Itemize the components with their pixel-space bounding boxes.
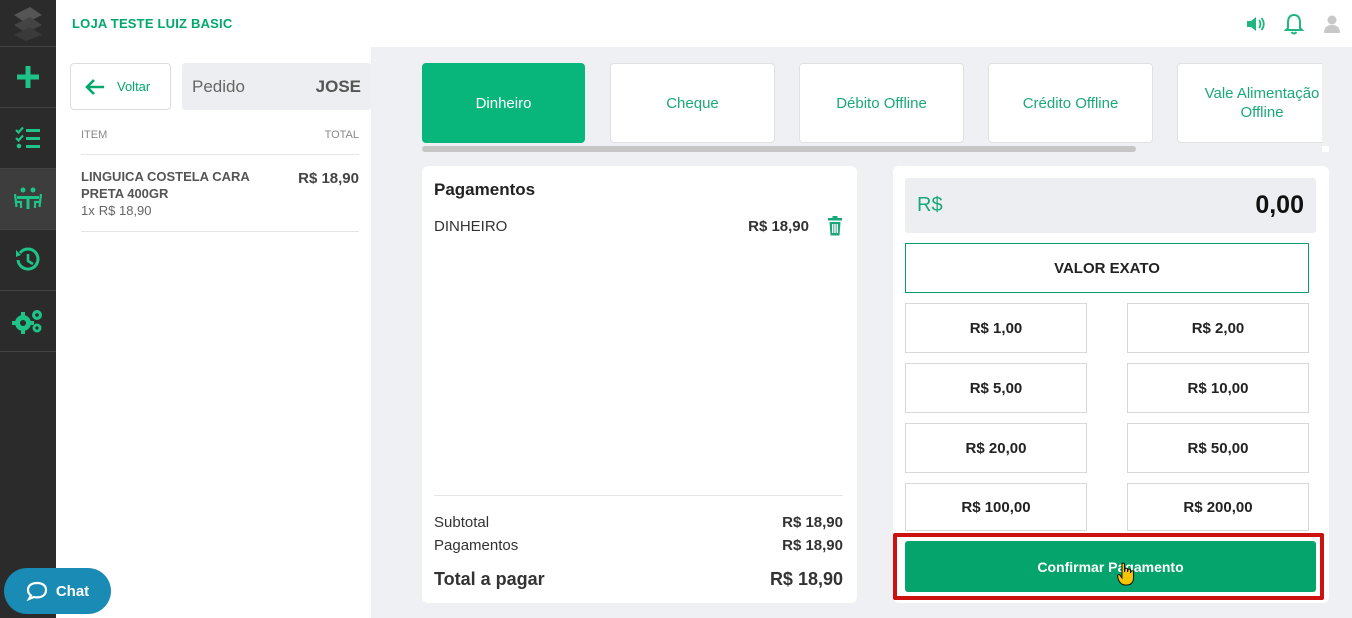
arrow-left-icon — [85, 78, 104, 95]
dining-table-icon — [14, 187, 42, 209]
logo — [0, 0, 56, 47]
payments-card: Pagamentos DINHEIRO R$ 18,90 Subtotal R$… — [422, 166, 857, 603]
total-row: Total a pagar R$ 18,90 — [434, 569, 843, 590]
chat-bubble-icon — [26, 581, 47, 601]
logo-icon — [14, 7, 42, 41]
confirm-payment-button[interactable]: Confirmar Pagamento — [905, 541, 1316, 592]
item-quantity: 1x — [81, 203, 95, 218]
subtotal-label: Subtotal — [434, 514, 490, 531]
divider — [81, 231, 359, 232]
tab-credito-offline[interactable]: Crédito Offline — [988, 63, 1153, 143]
sidebar — [0, 0, 56, 618]
total-label: Total a pagar — [434, 569, 545, 589]
quick-value-button[interactable]: R$ 200,00 — [1127, 483, 1309, 531]
user-icon[interactable] — [1322, 14, 1342, 34]
payments-sum-value: R$ 18,90 — [782, 537, 843, 554]
payments-sum-label: Pagamentos — [434, 537, 519, 554]
order-item-row[interactable]: LINGUICA COSTELA CARA PRETA 400GR R$ 18,… — [81, 168, 359, 218]
sidebar-item-settings[interactable] — [0, 291, 56, 352]
back-button[interactable]: Voltar — [70, 63, 171, 110]
payment-amount: R$ 18,90 — [748, 217, 809, 235]
cash-card: R$ 0,00 VALOR EXATO R$ 1,00 R$ 2,00 R$ 5… — [893, 166, 1329, 603]
column-total: TOTAL — [324, 129, 359, 141]
tabs-scrollbar[interactable] — [422, 146, 1136, 152]
quick-value-button[interactable]: R$ 2,00 — [1127, 303, 1309, 353]
sidebar-item-tables[interactable] — [0, 169, 56, 230]
confirm-highlight: Confirmar Pagamento — [893, 533, 1324, 600]
chat-button[interactable]: Chat — [4, 568, 111, 614]
payment-method-tabs: Dinheiro Cheque Débito Offline Crédito O… — [422, 63, 1322, 143]
order-name-field: Pedido JOSE — [182, 63, 371, 110]
tab-cheque[interactable]: Cheque — [610, 63, 775, 143]
amount-input[interactable]: R$ 0,00 — [905, 178, 1316, 233]
item-total: R$ 18,90 — [298, 170, 359, 187]
quick-value-button[interactable]: R$ 20,00 — [905, 423, 1087, 473]
speaker-icon[interactable] — [1246, 16, 1266, 32]
quick-value-button[interactable]: R$ 100,00 — [905, 483, 1087, 531]
top-bar: LOJA TESTE LUIZ BASIC — [56, 0, 1352, 47]
subtotal-value: R$ 18,90 — [782, 514, 843, 531]
tab-dinheiro[interactable]: Dinheiro — [422, 63, 585, 143]
bell-icon[interactable] — [1284, 13, 1304, 35]
order-customer-name: JOSE — [315, 76, 361, 96]
quick-value-button[interactable]: R$ 10,00 — [1127, 363, 1309, 413]
checklist-icon — [15, 126, 40, 149]
quick-value-button[interactable]: R$ 50,00 — [1127, 423, 1309, 473]
subtotal-row: Subtotal R$ 18,90 — [434, 514, 843, 531]
payments-row: Pagamentos R$ 18,90 — [434, 537, 843, 554]
quick-value-button[interactable]: R$ 1,00 — [905, 303, 1087, 353]
plus-icon — [17, 66, 39, 88]
quick-value-button[interactable]: R$ 5,00 — [905, 363, 1087, 413]
history-icon — [16, 247, 40, 271]
sidebar-item-history[interactable] — [0, 230, 56, 291]
trash-icon[interactable] — [827, 216, 843, 236]
currency-symbol: R$ — [917, 194, 943, 216]
order-panel: Voltar Pedido JOSE ITEM TOTAL LINGUICA C… — [56, 47, 371, 618]
scrollbar-end — [1322, 146, 1329, 152]
payment-entry: DINHEIRO R$ 18,90 — [434, 216, 843, 236]
gears-icon — [12, 310, 42, 334]
sidebar-item-new-order[interactable] — [0, 47, 56, 108]
items-table-header: ITEM TOTAL — [81, 129, 359, 141]
divider — [434, 495, 843, 496]
payments-title: Pagamentos — [434, 180, 536, 199]
exact-value-button[interactable]: VALOR EXATO — [905, 243, 1309, 293]
item-unit-price: R$ 18,90 — [98, 203, 152, 218]
item-name: LINGUICA COSTELA CARA PRETA 400GR — [81, 169, 250, 201]
order-label: Pedido — [192, 76, 245, 96]
hand-cursor-icon — [1117, 562, 1134, 586]
tab-vale-alimentacao-offline[interactable]: Vale Alimentação Offline — [1177, 63, 1322, 143]
chat-label: Chat — [55, 582, 90, 600]
total-value: R$ 18,90 — [769, 569, 843, 589]
tab-debito-offline[interactable]: Débito Offline — [799, 63, 964, 143]
store-name: LOJA TESTE LUIZ BASIC — [72, 16, 233, 31]
divider — [81, 154, 359, 155]
payment-method: DINHEIRO — [434, 217, 508, 235]
column-item: ITEM — [81, 129, 108, 141]
amount-value: 0,00 — [1255, 191, 1304, 219]
sidebar-item-checklist[interactable] — [0, 108, 56, 169]
back-label: Voltar — [117, 79, 151, 94]
